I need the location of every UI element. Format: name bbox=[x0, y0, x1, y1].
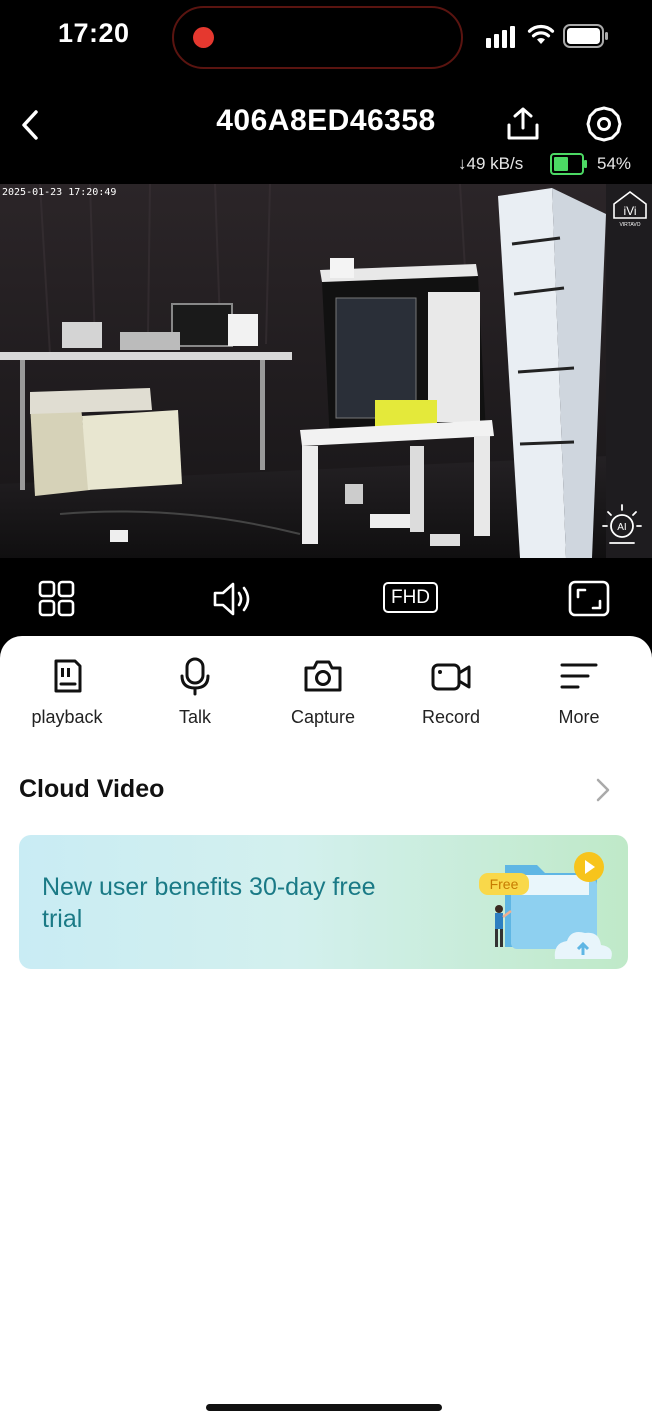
device-title: 406A8ED46358 bbox=[216, 104, 436, 137]
more-button[interactable]: More bbox=[519, 656, 639, 728]
playback-label: playback bbox=[31, 707, 103, 727]
capture-label: Capture bbox=[290, 707, 356, 727]
microphone-icon bbox=[180, 657, 210, 696]
settings-gear-icon[interactable] bbox=[585, 105, 623, 143]
live-video-feed[interactable]: 2025-01-23 17:20:49 iVi VIRTAVO AI bbox=[0, 184, 652, 558]
fullscreen-icon[interactable] bbox=[568, 580, 610, 618]
bottom-panel: playback Talk Capture Record More Cloud … bbox=[0, 636, 652, 1423]
phone-battery-icon bbox=[563, 24, 608, 48]
share-icon[interactable] bbox=[505, 106, 541, 142]
svg-text:iVi: iVi bbox=[623, 204, 636, 218]
svg-text:VIRTAVO: VIRTAVO bbox=[619, 222, 640, 228]
brand-watermark-logo: iVi VIRTAVO bbox=[613, 191, 647, 228]
more-label: More bbox=[558, 707, 600, 727]
record-label: Record bbox=[421, 707, 481, 727]
free-badge-text: Free bbox=[490, 876, 519, 892]
record-button[interactable]: Record bbox=[391, 656, 511, 728]
chevron-right-icon[interactable] bbox=[594, 777, 612, 803]
device-battery-icon bbox=[550, 153, 587, 175]
device-battery-percent: 54% bbox=[597, 154, 632, 173]
video-control-bar: FHD bbox=[0, 558, 652, 640]
cloud-video-title[interactable]: Cloud Video bbox=[19, 775, 164, 804]
cellular-signal-icon bbox=[486, 26, 515, 48]
home-indicator bbox=[206, 1404, 442, 1411]
ai-detection-icon[interactable]: AI bbox=[600, 502, 644, 546]
speaker-volume-icon[interactable] bbox=[212, 580, 256, 618]
video-quality-button[interactable]: FHD bbox=[383, 582, 438, 613]
video-camera-icon bbox=[431, 663, 471, 691]
playback-button[interactable]: playback bbox=[7, 656, 127, 728]
talk-label: Talk bbox=[178, 707, 211, 727]
cloud-folder-illustration: Free bbox=[479, 852, 612, 959]
capture-button[interactable]: Capture bbox=[263, 656, 383, 728]
multi-view-grid-icon[interactable] bbox=[38, 580, 76, 618]
free-trial-banner[interactable]: New user benefits 30-day free trial Free bbox=[19, 835, 628, 969]
wifi-icon bbox=[527, 24, 555, 44]
network-speed: ↓49 kB/s bbox=[458, 154, 524, 173]
camera-icon bbox=[304, 660, 342, 692]
video-timestamp: 2025-01-23 17:20:49 bbox=[2, 187, 117, 198]
menu-lines-icon bbox=[560, 663, 598, 689]
status-time: 17:20 bbox=[58, 18, 130, 48]
dynamic-island bbox=[172, 6, 463, 69]
sd-card-icon bbox=[54, 659, 82, 693]
free-trial-text: New user benefits 30-day free trial bbox=[42, 873, 376, 933]
camera-scene bbox=[0, 184, 652, 558]
svg-text:AI: AI bbox=[617, 522, 626, 533]
talk-button[interactable]: Talk bbox=[135, 656, 255, 728]
recording-indicator-icon bbox=[193, 27, 214, 48]
